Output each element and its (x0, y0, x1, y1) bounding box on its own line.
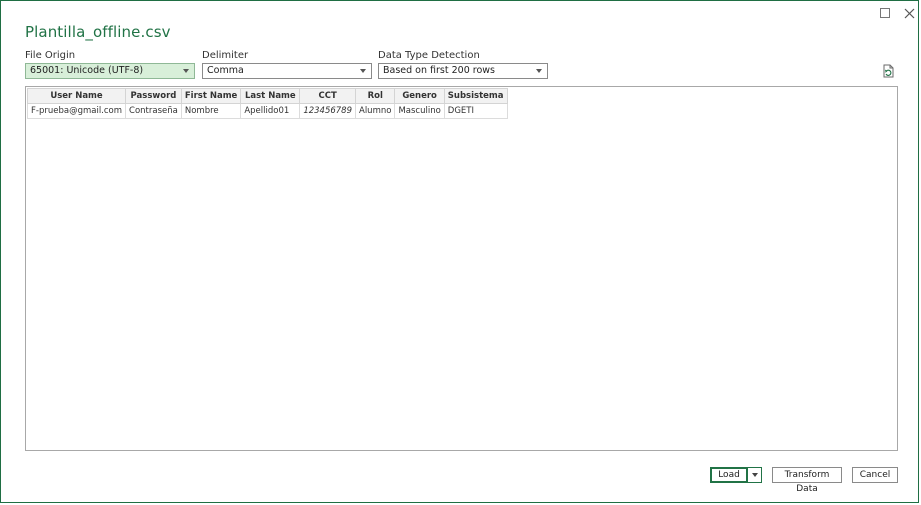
close-icon (904, 8, 914, 18)
column-header: First Name (180, 88, 242, 104)
table-cell: DGETI (443, 103, 508, 119)
data-type-detection-label: Data Type Detection (378, 50, 480, 61)
load-options-button[interactable] (747, 467, 762, 483)
table-row: F-prueba@gmail.com Contraseña Nombre Ape… (26, 103, 508, 119)
table-cell: Apellido01 (240, 103, 301, 119)
refresh-icon[interactable] (881, 64, 895, 78)
data-type-detection-dropdown[interactable]: Based on first 200 rows (378, 63, 548, 79)
column-header: Rol (354, 88, 396, 104)
data-type-detection-value: Based on first 200 rows (383, 65, 496, 76)
table-cell: Alumno (354, 103, 396, 119)
delimiter-label: Delimiter (202, 50, 249, 61)
file-origin-dropdown[interactable]: 65001: Unicode (UTF-8) (25, 63, 195, 79)
file-origin-label: File Origin (25, 50, 76, 61)
chevron-down-icon (183, 69, 189, 73)
file-origin-value: 65001: Unicode (UTF-8) (30, 65, 144, 76)
column-header: CCT (299, 88, 356, 104)
column-header: User Name (26, 88, 127, 104)
chevron-down-icon (536, 69, 542, 73)
table-cell: Contraseña (125, 103, 182, 119)
table-cell: Nombre (180, 103, 242, 119)
preview-table: User Name Password First Name Last Name … (26, 88, 508, 119)
table-cell: Masculino (394, 103, 445, 119)
chevron-down-icon (752, 473, 758, 477)
dialog-title: Plantilla_offline.csv (25, 23, 171, 41)
delimiter-dropdown[interactable]: Comma (202, 63, 372, 79)
table-cell: 123456789 (299, 103, 356, 119)
data-preview: User Name Password First Name Last Name … (25, 86, 898, 451)
load-button[interactable]: Load (710, 467, 748, 483)
table-header-row: User Name Password First Name Last Name … (26, 88, 508, 104)
column-header: Genero (394, 88, 445, 104)
chevron-down-icon (360, 69, 366, 73)
close-button[interactable] (901, 5, 917, 21)
maximize-button[interactable] (877, 5, 893, 21)
transform-data-button[interactable]: Transform Data (772, 467, 842, 494)
import-dialog: Plantilla_offline.csv File Origin 65001:… (0, 0, 919, 503)
table-cell: F-prueba@gmail.com (26, 103, 127, 119)
cancel-button[interactable]: Cancel (852, 467, 898, 483)
column-header: Last Name (240, 88, 301, 104)
column-header: Subsistema (443, 88, 508, 104)
column-header: Password (125, 88, 182, 104)
delimiter-value: Comma (207, 65, 244, 76)
maximize-icon (880, 8, 890, 18)
